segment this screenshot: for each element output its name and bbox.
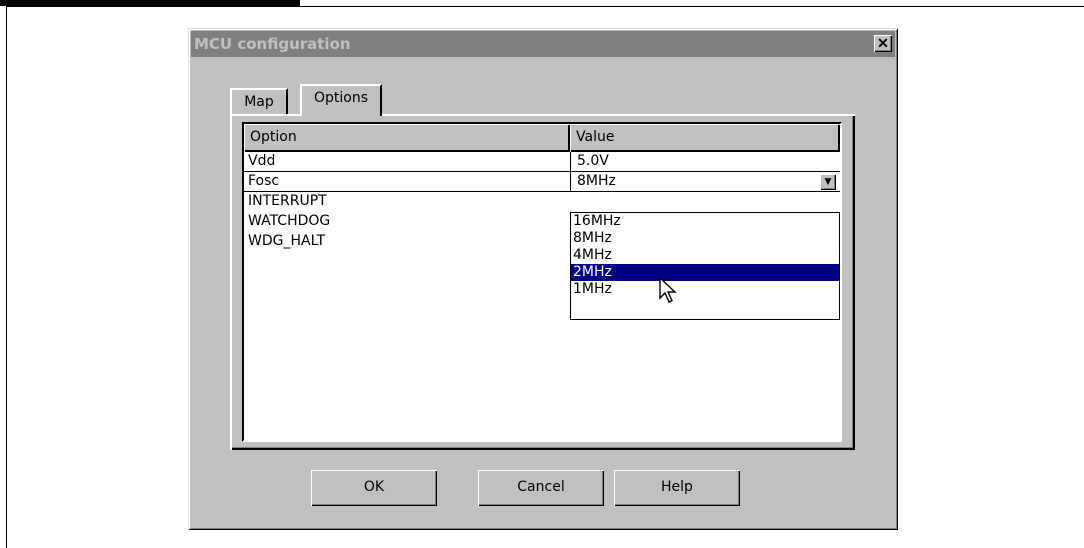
dropdown-option-selected[interactable]: 2MHz: [571, 264, 839, 281]
chevron-down-icon[interactable]: ▼: [820, 174, 836, 190]
close-button[interactable]: ✕: [874, 35, 892, 52]
table-row[interactable]: WATCHDOG: [244, 212, 570, 232]
mouse-pointer-icon: [659, 276, 677, 303]
help-button[interactable]: Help: [614, 470, 740, 506]
mcu-configuration-dialog: MCU configuration ✕ Map Options Option V…: [188, 28, 898, 530]
option-name: INTERRUPT: [248, 193, 327, 209]
tab-map[interactable]: Map: [230, 88, 288, 114]
combo-value: 8MHz: [577, 173, 616, 189]
dropdown-option[interactable]: 1MHz: [571, 281, 839, 298]
table-row[interactable]: WDG_HALT: [244, 232, 570, 252]
option-name: WDG_HALT: [248, 233, 325, 249]
dialog-titlebar: MCU configuration ✕: [191, 31, 895, 57]
fosc-dropdown-list: 16MHz 8MHz 4MHz 2MHz 1MHz: [570, 212, 840, 320]
fosc-combo[interactable]: 8MHz ▼: [570, 172, 840, 192]
ok-button[interactable]: OK: [311, 470, 437, 506]
dropdown-option[interactable]: 4MHz: [571, 247, 839, 264]
table-row[interactable]: Vdd: [244, 152, 570, 172]
close-icon: ✕: [877, 35, 889, 51]
tab-options-label: Options: [313, 90, 369, 106]
cancel-button[interactable]: Cancel: [478, 470, 604, 506]
caption-strip: [0, 0, 300, 6]
option-value[interactable]: 5.0V: [570, 152, 840, 172]
dialog-title: MCU configuration: [194, 35, 351, 53]
option-name: Fosc: [248, 173, 280, 189]
option-name: WATCHDOG: [248, 213, 331, 229]
tab-options[interactable]: Options: [300, 84, 382, 116]
table-row[interactable]: Fosc: [244, 172, 570, 192]
table-row[interactable]: INTERRUPT: [244, 192, 570, 212]
dropdown-option[interactable]: 8MHz: [571, 230, 839, 247]
column-header-option[interactable]: Option: [244, 124, 570, 152]
column-header-value[interactable]: Value: [570, 124, 840, 152]
option-name: Vdd: [248, 153, 276, 169]
dropdown-option[interactable]: 16MHz: [571, 213, 839, 230]
tab-map-label: Map: [244, 94, 274, 110]
